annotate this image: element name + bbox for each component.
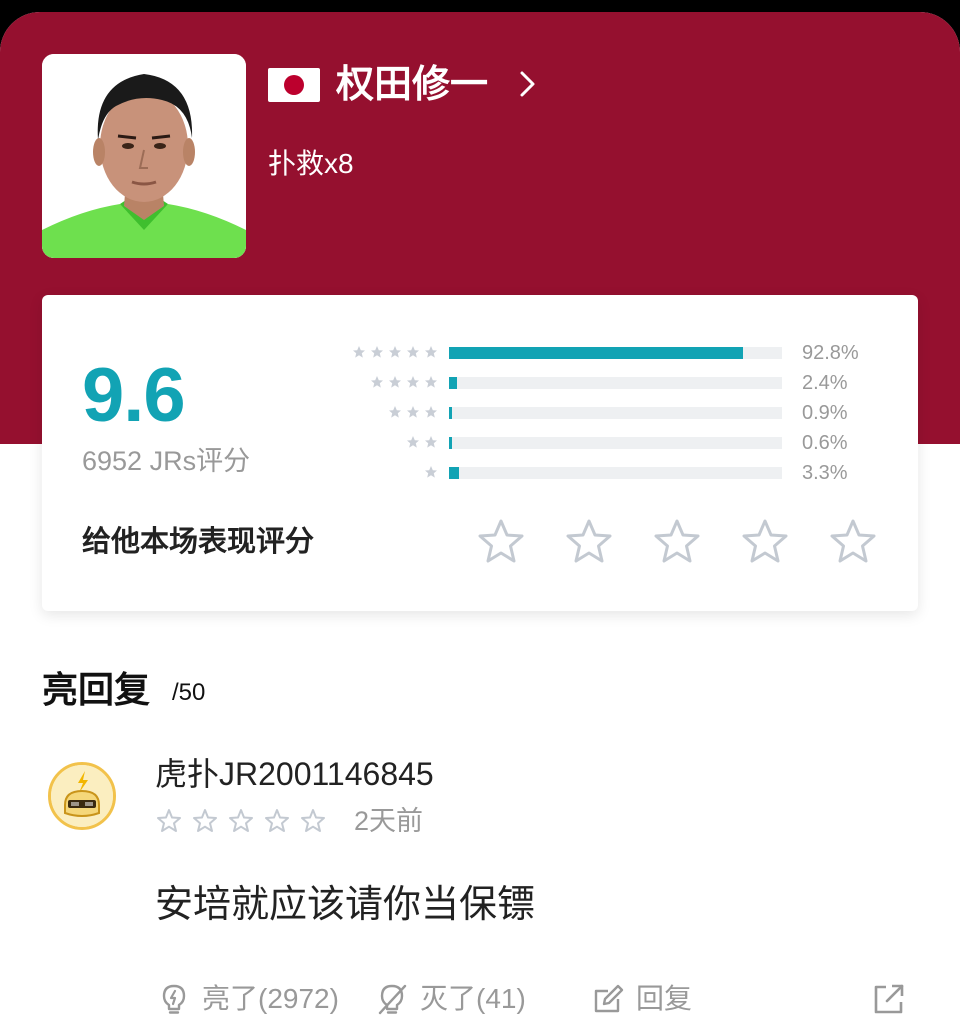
rate-star-3-button[interactable] (652, 517, 702, 567)
distribution-percent: 0.9% (802, 402, 848, 424)
distribution-row-2-star: 0.6% (42, 429, 918, 459)
distribution-stars (406, 435, 438, 451)
star-small-icon (407, 436, 419, 448)
star-outline-icon (301, 809, 325, 832)
star-outline-icon (229, 809, 253, 832)
lightbulb-icon (162, 984, 186, 1014)
star-small-icon (389, 406, 401, 418)
lightbulb-off-icon (378, 984, 407, 1015)
star-small-icon (389, 376, 401, 388)
star-outline-icon (265, 809, 289, 832)
star-small-icon (425, 466, 437, 478)
distribution-percent: 2.4% (802, 372, 848, 394)
star-small-icon (371, 346, 383, 358)
distribution-bar-fill (449, 437, 452, 449)
distribution-stars (352, 345, 438, 361)
chevron-right-icon[interactable] (512, 68, 544, 100)
star-small-icon (425, 376, 437, 388)
star-small-icon (407, 406, 419, 418)
rating-card: 9.6 6952 JRs评分 92.8% 2.4% 0.9% 0.6% 3.3% 给他本… (42, 295, 918, 611)
share-icon[interactable] (872, 982, 906, 1016)
star-small-icon (371, 376, 383, 388)
replies-count: /50 (172, 679, 206, 706)
screen: 权田修一 扑救x8 9.6 6952 JRs评分 92.8% 2.4% 0.9% 0.… (0, 12, 960, 1034)
replies-title: 亮回复 (42, 669, 151, 710)
distribution-bar-fill (449, 467, 460, 479)
star-small-icon (353, 346, 365, 358)
distribution-percent: 3.3% (802, 462, 848, 484)
distribution-bar-track (449, 467, 782, 479)
distribution-percent: 0.6% (802, 432, 848, 454)
rate-star-4-button[interactable] (740, 517, 790, 567)
distribution-bar-fill (449, 347, 743, 359)
star-small-icon (407, 346, 419, 358)
user-star-rating (156, 808, 326, 834)
post-time: 2天前 (354, 806, 424, 836)
distribution-bar-track (449, 437, 782, 449)
rate-star-2-button[interactable] (564, 517, 614, 567)
rate-stars (476, 517, 878, 567)
star-small-icon (389, 346, 401, 358)
player-name[interactable]: 权田修一 (336, 62, 488, 108)
dislike-label: 灭了(41) (420, 983, 526, 1014)
star-outline-icon (193, 809, 217, 832)
edit-icon (594, 984, 624, 1013)
distribution-stars (424, 465, 438, 481)
rate-star-5-button[interactable] (828, 517, 878, 567)
distribution-bar-fill (449, 407, 452, 419)
reply-label: 回复 (636, 983, 693, 1014)
rate-star-1-button[interactable] (476, 517, 526, 567)
distribution-bar-fill (449, 377, 457, 389)
robot-avatar-icon (51, 765, 113, 827)
star-small-icon (407, 376, 419, 388)
distribution-stars (370, 375, 438, 391)
distribution-bar-track (449, 407, 782, 419)
star-small-icon (425, 346, 437, 358)
distribution-row-3-star: 0.9% (42, 399, 918, 429)
distribution-stars (388, 405, 438, 421)
player-photo[interactable] (42, 54, 246, 258)
distribution-row-4-star: 2.4% (42, 369, 918, 399)
reply-button[interactable]: 回复 (592, 982, 692, 1016)
like-button[interactable]: 亮了(2972) (158, 982, 339, 1016)
distribution-bar-track (449, 377, 782, 389)
username[interactable]: 虎扑JR2001146845 (155, 754, 434, 794)
distribution-percent: 92.8% (802, 342, 859, 364)
distribution-row-5-star: 92.8% (42, 339, 918, 369)
distribution-bar-track (449, 347, 782, 359)
comment-text[interactable]: 安培就应该请你当保镖 (155, 882, 535, 928)
star-outline-icon (157, 809, 181, 832)
rate-prompt: 给他本场表现评分 (82, 526, 315, 558)
like-label: 亮了(2972) (202, 983, 339, 1014)
avatar[interactable] (48, 762, 116, 830)
star-small-icon (425, 436, 437, 448)
dislike-button[interactable]: 灭了(41) (376, 982, 526, 1016)
japan-flag-icon (268, 68, 320, 102)
player-stat: 扑救x8 (268, 148, 354, 179)
star-small-icon (425, 406, 437, 418)
distribution-row-1-star: 3.3% (42, 459, 918, 489)
